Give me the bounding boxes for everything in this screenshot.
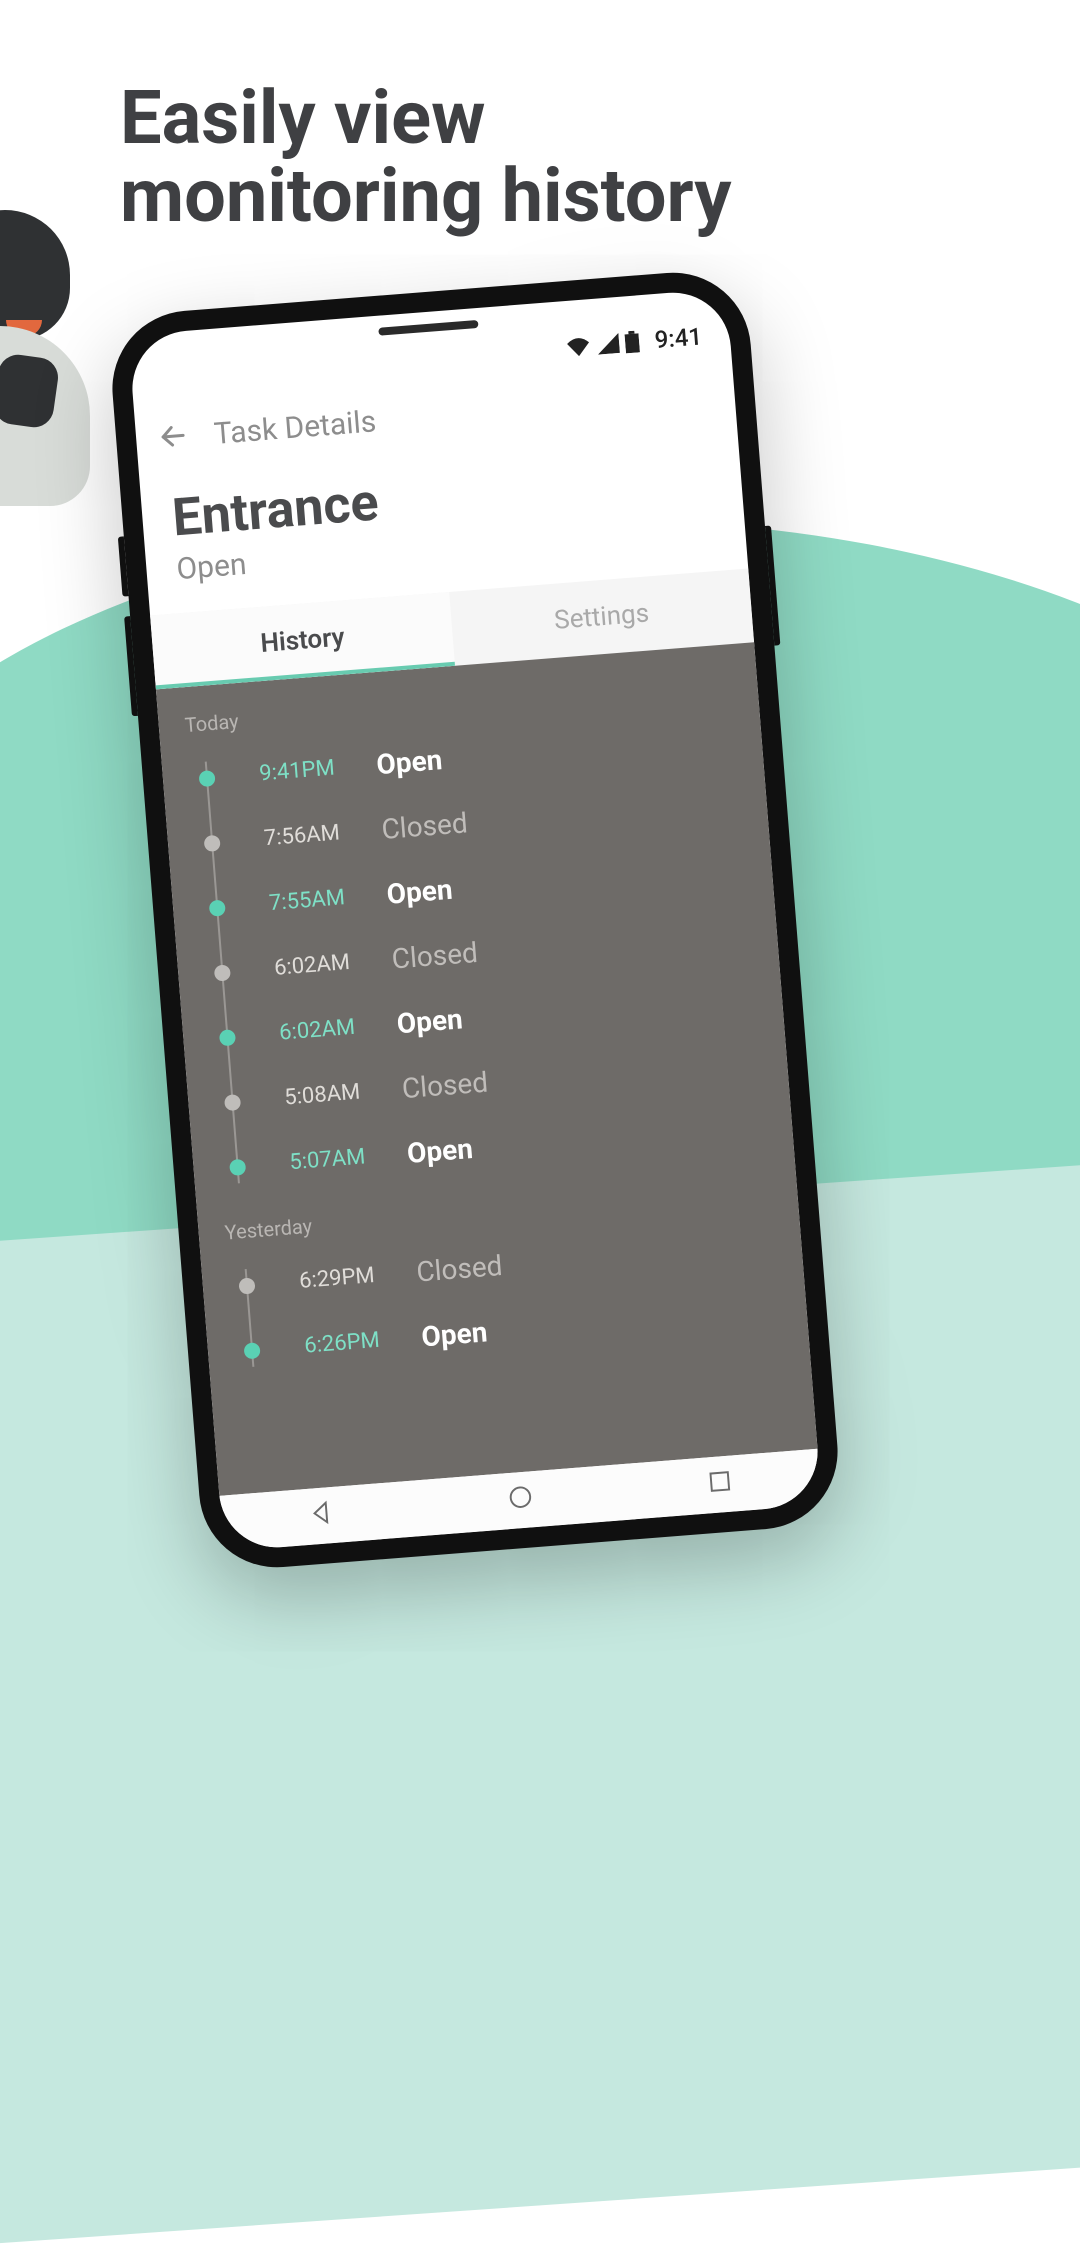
- person-illustration: [0, 210, 90, 506]
- event-state: Closed: [415, 1249, 503, 1289]
- status-icons: [564, 330, 639, 358]
- battery-icon: [624, 330, 640, 353]
- event-state: Closed: [380, 806, 468, 846]
- event-state: Open: [385, 873, 453, 911]
- phone-frame: 9:41 Task Details Entrance Open History …: [107, 267, 844, 1573]
- event-dot: [198, 769, 215, 786]
- status-time: 9:41: [654, 322, 703, 354]
- phone-button: [118, 536, 129, 596]
- event-dot: [243, 1342, 260, 1359]
- event-time: 7:56AM: [239, 820, 341, 853]
- event-dot: [214, 964, 231, 981]
- event-time: 6:02AM: [254, 1015, 356, 1048]
- event-time: 6:29PM: [274, 1263, 376, 1296]
- event-time: 6:02AM: [249, 950, 351, 983]
- marketing-line1: Easily view: [120, 75, 485, 162]
- nav-back-icon[interactable]: [307, 1499, 335, 1527]
- phone-screen: 9:41 Task Details Entrance Open History …: [128, 288, 822, 1551]
- event-time: 9:41PM: [234, 756, 336, 789]
- event-state: Open: [375, 743, 443, 781]
- event-dot: [209, 899, 226, 916]
- event-dot: [229, 1158, 246, 1175]
- marketing-headline: Easily view monitoring history: [120, 80, 732, 235]
- event-time: 5:08AM: [259, 1080, 361, 1113]
- event-dot: [219, 1029, 236, 1046]
- nav-home-icon[interactable]: [506, 1483, 534, 1511]
- wifi-icon: [564, 335, 591, 357]
- event-time: 7:55AM: [244, 885, 346, 918]
- header-title: Task Details: [213, 404, 378, 452]
- event-state: Closed: [401, 1066, 489, 1106]
- event-state: Open: [420, 1315, 488, 1353]
- event-dot: [238, 1277, 255, 1294]
- timeline-today: 9:41PM Open 7:56AM Closed 7:55AM Open 6:02AM Cl…: [187, 704, 769, 1201]
- nav-recent-icon[interactable]: [706, 1468, 734, 1496]
- cell-signal-icon: [596, 333, 620, 355]
- event-time: 6:26PM: [279, 1328, 381, 1361]
- back-button[interactable]: [157, 420, 190, 456]
- event-state: Open: [406, 1132, 474, 1170]
- event-state: Open: [396, 1002, 464, 1040]
- event-time: 5:07AM: [265, 1144, 367, 1177]
- event-state: Closed: [391, 936, 479, 976]
- history-panel[interactable]: Today 9:41PMOpen7:56AMClosed7:55AMOpen6:…: [156, 642, 818, 1496]
- event-dot: [224, 1093, 241, 1110]
- marketing-line2: monitoring history: [120, 153, 732, 240]
- event-dot: [204, 834, 221, 851]
- back-arrow-icon: [157, 420, 189, 452]
